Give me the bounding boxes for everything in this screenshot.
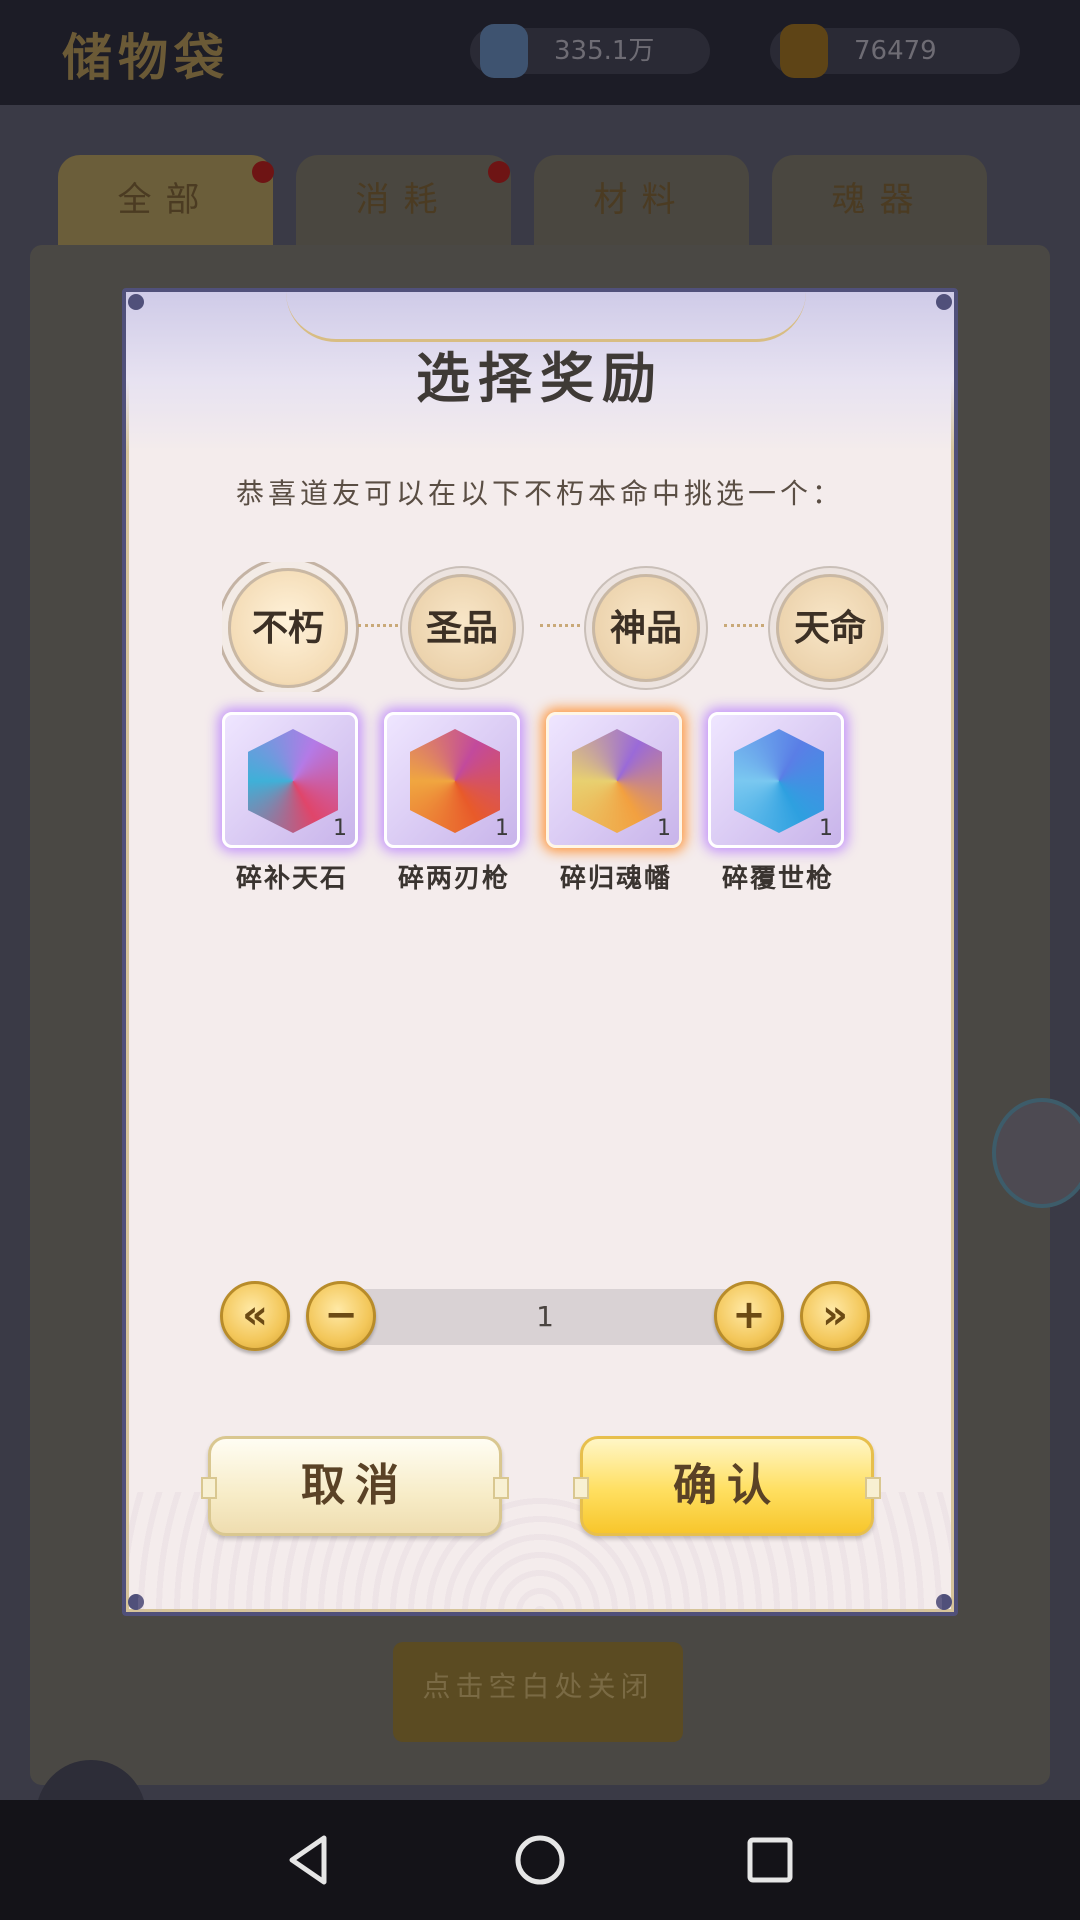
page-title: 储物袋 [62, 28, 230, 87]
reward-item[interactable]: 1 碎两刃枪 [384, 712, 524, 902]
nav-recents-button[interactable] [740, 1830, 800, 1890]
resource-spirit: 335.1万 [470, 24, 710, 78]
grade-tabs: 不朽 圣品 神品 天命 [222, 562, 888, 692]
cancel-button-label: 取消 [301, 1460, 409, 1511]
resource-energy: 76479 [770, 24, 1020, 78]
grade-tab-holy[interactable]: 圣品 [408, 574, 516, 682]
reward-item-selected[interactable]: 1 碎归魂幡 [546, 712, 686, 902]
item-artwork [734, 729, 824, 833]
close-hint[interactable]: 点击空白处关闭 [393, 1642, 683, 1742]
grade-connector [358, 624, 398, 628]
max-quantity-button[interactable]: » [800, 1281, 870, 1351]
button-ornament [573, 1477, 589, 1499]
item-count: 1 [333, 816, 347, 841]
item-name: 碎归魂幡 [559, 864, 672, 894]
item-name: 碎两刃枪 [397, 864, 510, 894]
item-artwork [248, 729, 338, 833]
badge-dot [488, 161, 510, 183]
grade-connector [724, 624, 764, 628]
min-quantity-button[interactable]: « [220, 1281, 290, 1351]
resource-value: 335.1万 [554, 36, 655, 66]
reward-selection-dialog: 选择奖励 恭喜道友可以在以下不朽本命中挑选一个： 不朽 圣品 神品 天命 1 碎… [122, 288, 958, 1616]
quantity-value[interactable]: 1 [320, 1289, 770, 1345]
category-tabs: 全部 消耗 材料 魂器 [0, 155, 1080, 245]
item-count: 1 [495, 816, 509, 841]
button-ornament [865, 1477, 881, 1499]
grade-tab-destiny[interactable]: 天命 [776, 574, 884, 682]
item-artwork [410, 729, 500, 833]
item-count: 1 [657, 816, 671, 841]
tab-consumables[interactable]: 消耗 [296, 155, 511, 245]
system-navigation-bar [0, 1800, 1080, 1920]
tab-materials[interactable]: 材料 [534, 155, 749, 245]
decrement-button[interactable]: − [306, 1281, 376, 1351]
nav-home-button[interactable] [510, 1830, 570, 1890]
tab-soul-artifacts[interactable]: 魂器 [772, 155, 987, 245]
item-card[interactable]: 1 [222, 712, 358, 848]
reward-item[interactable]: 1 碎覆世枪 [708, 712, 848, 902]
item-name: 碎补天石 [235, 864, 348, 894]
increment-button[interactable]: + [714, 1281, 784, 1351]
resource-value: 76479 [854, 36, 937, 66]
corner-ornament [936, 294, 952, 310]
quantity-stepper: « 1 − + » [220, 1277, 870, 1353]
tab-all[interactable]: 全部 [58, 155, 273, 245]
item-count: 1 [819, 816, 833, 841]
corner-ornament [128, 294, 144, 310]
badge-dot [252, 161, 274, 183]
dialog-subtitle: 恭喜道友可以在以下不朽本命中挑选一个： [235, 477, 844, 510]
lightning-icon [780, 24, 828, 78]
reward-item[interactable]: 1 碎补天石 [222, 712, 362, 902]
cancel-button[interactable]: 取消 [201, 1436, 509, 1536]
reward-item-list: 1 碎补天石 1 碎两刃枪 1 碎归魂幡 1 碎覆世枪 [222, 712, 888, 912]
top-bar: 储物袋 335.1万 76479 [0, 0, 1080, 105]
close-hint-label: 点击空白处关闭 [422, 1670, 654, 1703]
home-circle-icon [515, 1835, 565, 1885]
spirit-crystal-icon [480, 24, 528, 78]
grade-tab-divine[interactable]: 神品 [592, 574, 700, 682]
dialog-title: 选择奖励 [416, 346, 664, 410]
item-name: 碎覆世枪 [721, 864, 834, 894]
item-artwork [572, 729, 662, 833]
item-card[interactable]: 1 [546, 712, 682, 848]
grade-connector [540, 624, 580, 628]
recents-square-icon [747, 1837, 793, 1883]
button-ornament [493, 1477, 509, 1499]
confirm-button-label: 确认 [673, 1460, 781, 1511]
item-card[interactable]: 1 [384, 712, 520, 848]
back-triangle-icon [289, 1835, 327, 1885]
grade-tab-immortal[interactable]: 不朽 [228, 568, 348, 688]
nav-back-button[interactable] [278, 1830, 338, 1890]
confirm-button[interactable]: 确认 [573, 1436, 881, 1536]
button-ornament [201, 1477, 217, 1499]
item-card[interactable]: 1 [708, 712, 844, 848]
